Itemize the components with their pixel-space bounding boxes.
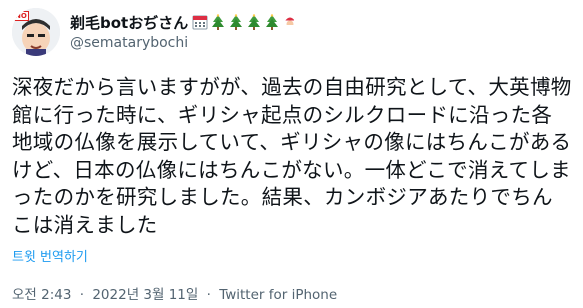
display-name[interactable]: 剃毛botおぢさん — [70, 12, 188, 33]
translate-tweet-link[interactable]: 트윗 번역하기 — [12, 246, 88, 265]
tweet-meta: 오전 2:43 · 2022년 3월 11일 · Twitter for iPh… — [12, 283, 337, 303]
meta-separator: · — [79, 287, 85, 303]
tweet-source[interactable]: Twitter for iPhone — [219, 287, 337, 303]
calendar-icon — [192, 15, 208, 30]
user-names: 剃毛botおぢさん @sematarybochi — [70, 12, 300, 51]
tree-icon — [248, 14, 261, 30]
avatar-badge: NO — [13, 11, 29, 21]
tree-icon — [266, 14, 279, 30]
tree-icon — [212, 14, 225, 30]
name-emojis — [192, 14, 300, 30]
tweet-date[interactable]: 2022년 3월 11일 — [92, 283, 198, 303]
user-handle[interactable]: @sematarybochi — [70, 35, 300, 51]
avatar[interactable]: NO — [12, 8, 60, 56]
tweet-header: NO 剃毛botおぢさん @sematarybochi — [12, 6, 572, 60]
tweet-text: 深夜だから言いますがが、過去の自由研究として、大英博物館に行った時に、ギリシャ起… — [12, 75, 572, 237]
tweet-time[interactable]: 오전 2:43 — [12, 283, 71, 303]
santa-icon — [285, 17, 298, 28]
meta-separator: · — [206, 287, 211, 303]
tree-icon — [230, 14, 243, 30]
